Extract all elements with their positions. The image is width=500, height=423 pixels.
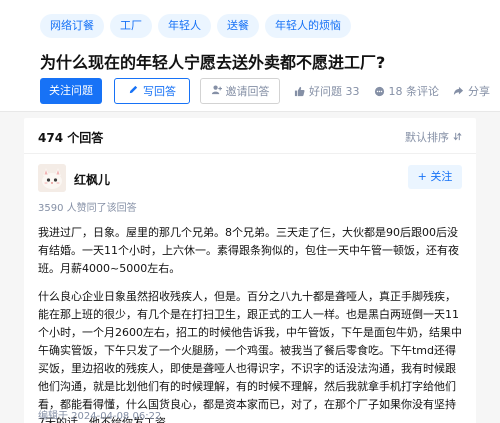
edit-timestamp[interactable]: 编辑于 2024-04-08 06:22: [38, 407, 161, 422]
invite-icon: [211, 84, 222, 98]
upvote-count: 3590 人赞同了该回答: [38, 203, 137, 214]
good-question-label: 好问题 33: [309, 85, 360, 98]
answer-count: 474 个回答: [38, 131, 104, 145]
follow-author-button[interactable]: + 关注: [408, 165, 462, 189]
comments-label: 18 条评论: [388, 85, 440, 98]
write-answer-button[interactable]: 写回答: [114, 78, 190, 104]
sort-chevron-icon: [453, 131, 462, 144]
share-button[interactable]: 分享: [453, 83, 490, 99]
topic-tag[interactable]: 年轻人的烦恼: [265, 14, 351, 38]
answer-author-row: 红枫儿 + 关注: [38, 164, 462, 194]
answers-header: 474 个回答 默认排序: [24, 118, 476, 154]
write-answer-label: 写回答: [143, 85, 176, 98]
good-question-button[interactable]: 好问题 33: [294, 83, 360, 99]
sort-dropdown[interactable]: 默认排序: [405, 129, 462, 145]
topic-tags: 网络订餐 工厂 年轻人 送餐 年轻人的烦恼: [40, 14, 351, 38]
question-title[interactable]: 为什么现在的年轻人宁愿去送外卖都不愿进工厂?: [40, 49, 385, 73]
question-header: 网络订餐 工厂 年轻人 送餐 年轻人的烦恼 为什么现在的年轻人宁愿去送外卖都不愿…: [0, 0, 500, 112]
author-name[interactable]: 红枫儿: [74, 171, 110, 188]
answer-paragraph: 什么良心企业日象虽然招收残疾人，但是。百分之八九十都是聋哑人，真正手脚残疾，能在…: [38, 290, 462, 423]
comment-icon: [374, 86, 385, 97]
pencil-icon: [128, 84, 139, 98]
invite-label: 邀请回答: [225, 85, 270, 98]
topic-tag[interactable]: 送餐: [217, 14, 259, 38]
sort-label: 默认排序: [405, 131, 449, 144]
avatar[interactable]: [38, 164, 66, 192]
comments-button[interactable]: 18 条评论: [374, 83, 440, 99]
answers-card: 474 个回答 默认排序 红枫儿 + 关注 3590 人赞同了该回答 我进过厂，…: [24, 118, 476, 423]
topic-tag[interactable]: 工厂: [110, 14, 152, 38]
answer-paragraph: 我进过厂，日象。屋里的那几个兄弟。8个兄弟。三天走了仨，大伙都是90后跟00后没…: [38, 226, 459, 275]
invite-button[interactable]: 邀请回答: [200, 78, 280, 104]
follow-question-button[interactable]: 关注问题: [40, 78, 102, 104]
share-icon: [453, 86, 464, 97]
topic-tag[interactable]: 网络订餐: [40, 14, 104, 38]
question-actions: 关注问题 写回答 邀请回答 好问题 33 18 条评论 分享: [40, 78, 490, 104]
thumb-up-icon: [294, 86, 305, 97]
share-label: 分享: [468, 85, 490, 98]
topic-tag[interactable]: 年轻人: [158, 14, 211, 38]
